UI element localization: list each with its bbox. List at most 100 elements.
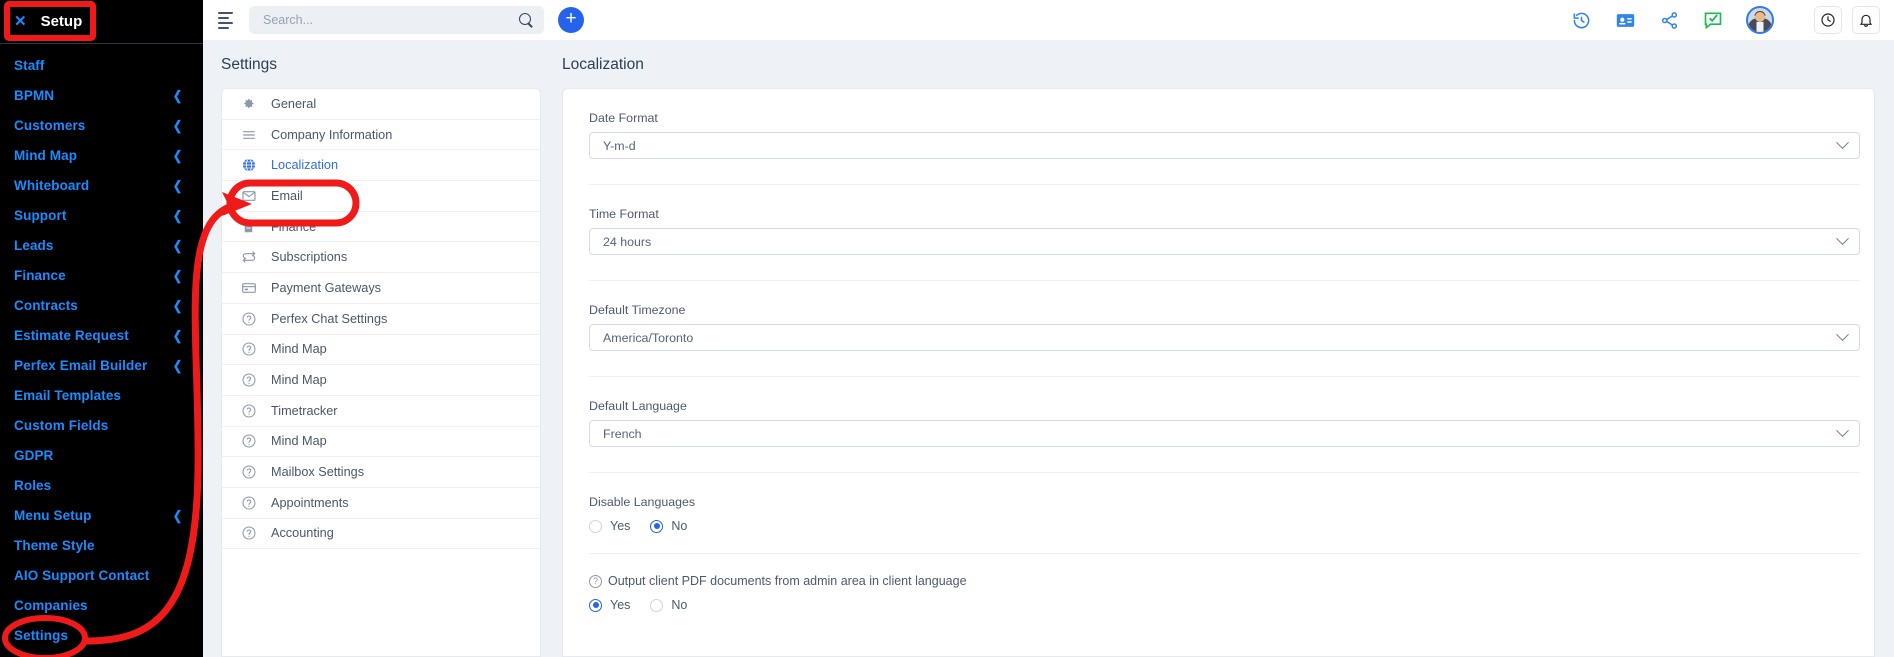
search-icon[interactable] xyxy=(519,12,534,28)
radio-dot[interactable] xyxy=(589,519,602,533)
chevron-left-icon[interactable]: ❮ xyxy=(173,149,182,162)
default-timezone-value: America/Toronto xyxy=(603,330,694,345)
hamburger-menu-icon[interactable] xyxy=(213,7,239,33)
sidebar-item-label: Perfex Email Builder xyxy=(14,357,148,373)
sidebar-item-perfex-email-builder[interactable]: Perfex Email Builder ❮ xyxy=(0,350,203,380)
settings-item-label: Email xyxy=(271,188,303,203)
contact-card-icon[interactable] xyxy=(1614,9,1636,31)
settings-item-mind-map[interactable]: Mind Map xyxy=(222,365,540,396)
sidebar-item-finance[interactable]: Finance ❮ xyxy=(0,260,203,290)
settings-item-accounting[interactable]: Accounting xyxy=(222,519,540,550)
time-format-select[interactable]: 24 hours xyxy=(589,228,1860,255)
chat-check-icon[interactable] xyxy=(1702,9,1724,31)
radio-label: No xyxy=(671,598,688,612)
settings-item-label: Timetracker xyxy=(271,403,338,418)
question-circle-icon xyxy=(240,341,257,358)
disable-languages-yes[interactable]: Yes xyxy=(589,519,630,533)
setup-title: Setup xyxy=(40,13,83,30)
share-icon[interactable] xyxy=(1658,9,1680,31)
settings-item-label: Mind Map xyxy=(271,373,327,388)
settings-item-mind-map[interactable]: Mind Map xyxy=(222,335,540,366)
close-icon[interactable]: ✕ xyxy=(14,14,27,29)
sidebar-item-label: Staff xyxy=(14,57,45,73)
settings-item-subscriptions[interactable]: Subscriptions xyxy=(222,242,540,274)
chevron-left-icon[interactable]: ❮ xyxy=(173,359,182,372)
settings-item-timetracker[interactable]: Timetracker xyxy=(222,396,540,427)
chevron-left-icon[interactable]: ❮ xyxy=(173,299,182,312)
sidebar-item-settings[interactable]: Settings xyxy=(0,620,203,650)
chevron-left-icon[interactable]: ❮ xyxy=(173,209,182,222)
chevron-left-icon[interactable]: ❮ xyxy=(173,239,182,252)
sidebar-item-theme-style[interactable]: Theme Style xyxy=(0,530,203,560)
sidebar-item-custom-fields[interactable]: Custom Fields xyxy=(0,410,203,440)
sidebar-item-label: Estimate Request xyxy=(14,327,129,343)
output-pdf-label: Output client PDF documents from admin a… xyxy=(608,574,967,588)
sidebar-item-label: AIO Support Contact xyxy=(14,567,150,583)
setup-header[interactable]: ✕ Setup xyxy=(0,0,203,44)
sidebar-item-whiteboard[interactable]: Whiteboard ❮ xyxy=(0,170,203,200)
settings-item-appointments[interactable]: Appointments xyxy=(222,488,540,519)
settings-item-mailbox-settings[interactable]: Mailbox Settings xyxy=(222,457,540,488)
sidebar-item-support[interactable]: Support ❮ xyxy=(0,200,203,230)
sidebar-item-contracts[interactable]: Contracts ❮ xyxy=(0,290,203,320)
settings-item-general[interactable]: General xyxy=(222,89,540,120)
bell-icon[interactable] xyxy=(1852,6,1880,34)
chevron-left-icon[interactable]: ❮ xyxy=(173,119,182,132)
disable-languages-no[interactable]: No xyxy=(650,519,687,533)
sidebar-item-staff[interactable]: Staff xyxy=(0,50,203,80)
sidebar-item-roles[interactable]: Roles xyxy=(0,470,203,500)
sidebar-item-label: Whiteboard xyxy=(14,177,90,193)
default-language-value: French xyxy=(603,426,642,441)
disable-languages-radio-group: Yes No xyxy=(589,519,1860,533)
sidebar-item-estimate-request[interactable]: Estimate Request ❮ xyxy=(0,320,203,350)
radio-dot-selected[interactable] xyxy=(589,598,602,612)
settings-item-label: Accounting xyxy=(271,526,334,541)
settings-item-label: Appointments xyxy=(271,495,349,510)
settings-list-column: Settings General Company Information Local… xyxy=(203,40,555,657)
output-pdf-yes[interactable]: Yes xyxy=(589,598,630,612)
chevron-left-icon[interactable]: ❮ xyxy=(173,89,182,102)
chevron-left-icon[interactable]: ❮ xyxy=(173,179,182,192)
settings-item-label: Mailbox Settings xyxy=(271,465,365,480)
chevron-left-icon[interactable]: ❮ xyxy=(173,329,182,342)
chevron-left-icon[interactable]: ❮ xyxy=(173,269,182,282)
question-circle-icon xyxy=(240,402,257,419)
sidebar-item-leads[interactable]: Leads ❮ xyxy=(0,230,203,260)
question-circle-icon[interactable]: ? xyxy=(589,574,602,588)
settings-item-company-information[interactable]: Company Information xyxy=(222,120,540,151)
chevron-down-icon xyxy=(1836,328,1849,342)
sidebar-item-label: Theme Style xyxy=(14,537,95,553)
clock-icon[interactable] xyxy=(1814,6,1842,34)
default-timezone-select[interactable]: America/Toronto xyxy=(589,324,1860,351)
sidebar-item-companies[interactable]: Companies xyxy=(0,590,203,620)
sidebar-item-email-templates[interactable]: Email Templates xyxy=(0,380,203,410)
settings-item-email[interactable]: Email xyxy=(222,181,540,212)
settings-item-localization[interactable]: Localization xyxy=(222,150,540,182)
date-format-select[interactable]: Y-m-d xyxy=(589,132,1860,159)
sidebar-item-label: Mind Map xyxy=(14,147,78,163)
settings-item-payment-gateways[interactable]: Payment Gateways xyxy=(222,273,540,304)
search-box[interactable] xyxy=(249,6,544,34)
localization-form-card: Date Format Y-m-d Time Format 24 hours D… xyxy=(562,88,1875,657)
avatar[interactable] xyxy=(1746,6,1774,34)
output-pdf-no[interactable]: No xyxy=(650,598,687,612)
sidebar-item-label: Companies xyxy=(14,597,88,613)
sidebar-item-aio-support-contact[interactable]: AIO Support Contact xyxy=(0,560,203,590)
sidebar-item-mind-map[interactable]: Mind Map ❮ xyxy=(0,140,203,170)
time-format-label: Time Format xyxy=(589,207,659,221)
history-icon[interactable] xyxy=(1570,9,1592,31)
sidebar-item-bpmn[interactable]: BPMN ❮ xyxy=(0,80,203,110)
sidebar-item-menu-setup[interactable]: Menu Setup ❮ xyxy=(0,500,203,530)
sidebar-item-gdpr[interactable]: GDPR xyxy=(0,440,203,470)
settings-item-finance[interactable]: Finance xyxy=(222,212,540,243)
sidebar-item-label: Finance xyxy=(14,267,66,283)
search-input[interactable] xyxy=(263,13,519,27)
radio-dot[interactable] xyxy=(650,598,664,612)
chevron-left-icon[interactable]: ❮ xyxy=(173,509,182,522)
radio-dot-selected[interactable] xyxy=(650,519,664,533)
default-language-select[interactable]: French xyxy=(589,420,1860,447)
settings-item-perfex-chat-settings[interactable]: Perfex Chat Settings xyxy=(222,304,540,335)
sidebar-item-customers[interactable]: Customers ❮ xyxy=(0,110,203,140)
settings-item-mind-map[interactable]: Mind Map xyxy=(222,427,540,458)
add-new-button[interactable]: + xyxy=(558,7,584,33)
